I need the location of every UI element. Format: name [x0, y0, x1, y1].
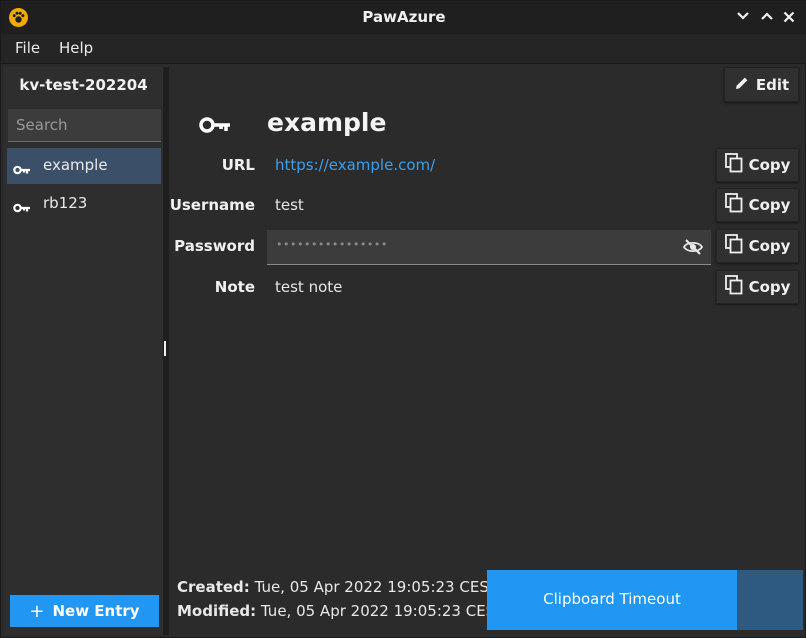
- close-icon[interactable]: [783, 7, 801, 27]
- clipboard-timeout-remaining: [737, 570, 803, 630]
- password-field[interactable]: ••••••••••••••••: [267, 230, 711, 265]
- vault-name: kv-test-202204: [19, 76, 148, 94]
- menu-bar: File Help: [1, 34, 806, 64]
- password-label: Password: [174, 237, 255, 255]
- entry-label: rb123: [43, 194, 88, 212]
- clipboard-timeout-label: Clipboard Timeout: [543, 590, 681, 608]
- key-icon: [13, 199, 31, 217]
- entry-label: example: [43, 156, 108, 174]
- note-label: Note: [214, 278, 255, 296]
- entry-title: example: [267, 108, 387, 137]
- copy-password-button[interactable]: Copy: [716, 229, 799, 263]
- created-line: Created: Tue, 05 Apr 2022 19:05:23 CEST: [177, 578, 498, 596]
- entry-list-item-rb123[interactable]: rb123: [7, 186, 161, 222]
- username-label: Username: [169, 196, 255, 214]
- clipboard-timeout-bar: Clipboard Timeout: [487, 570, 803, 630]
- chevron-up-icon[interactable]: [760, 7, 778, 27]
- created-label: Created:: [177, 578, 250, 596]
- entry-detail-panel: Edit example URL https://example.com/ Co…: [169, 67, 805, 635]
- modified-line: Modified: Tue, 05 Apr 2022 19:05:23 CEST: [177, 602, 504, 620]
- pencil-icon: [734, 75, 750, 95]
- new-entry-button[interactable]: + New Entry: [10, 595, 159, 627]
- window-title: PawAzure: [362, 8, 446, 26]
- copy-label: Copy: [748, 278, 791, 296]
- edit-label: Edit: [755, 75, 790, 94]
- copy-note-button[interactable]: Copy: [716, 270, 799, 304]
- key-icon: [13, 161, 31, 179]
- modified-value: Tue, 05 Apr 2022 19:05:23 CEST: [260, 602, 505, 620]
- copy-icon: [724, 153, 743, 177]
- new-entry-label: New Entry: [52, 602, 140, 620]
- copy-url-button[interactable]: Copy: [716, 148, 799, 182]
- username-value: test: [275, 196, 304, 214]
- edit-button[interactable]: Edit: [724, 67, 799, 102]
- copy-icon: [724, 275, 743, 299]
- search-input[interactable]: [8, 109, 161, 142]
- menu-file[interactable]: File: [15, 39, 40, 57]
- copy-label: Copy: [748, 196, 791, 214]
- sidebar: kv-test-202204 example rb123 + New Entry: [4, 67, 163, 635]
- modified-label: Modified:: [177, 602, 257, 620]
- app-window: PawAzure File Help kv-test-202204 exampl…: [0, 0, 806, 638]
- plus-icon: +: [29, 600, 45, 622]
- copy-icon: [724, 234, 743, 258]
- entry-list-item-example[interactable]: example: [7, 148, 161, 184]
- eye-off-icon[interactable]: [682, 238, 704, 260]
- note-value: test note: [275, 278, 343, 296]
- copy-label: Copy: [748, 237, 791, 255]
- copy-username-button[interactable]: Copy: [716, 188, 799, 222]
- copy-icon: [724, 193, 743, 217]
- created-value: Tue, 05 Apr 2022 19:05:23 CEST: [254, 578, 499, 596]
- menu-help[interactable]: Help: [59, 39, 93, 57]
- key-icon: [199, 116, 231, 138]
- splitter-handle[interactable]: [164, 341, 166, 356]
- url-value[interactable]: https://example.com/: [275, 156, 435, 174]
- copy-label: Copy: [748, 156, 791, 174]
- title-bar: PawAzure: [1, 1, 806, 34]
- url-label: URL: [221, 156, 255, 174]
- password-masked-value: ••••••••••••••••: [276, 238, 388, 251]
- chevron-down-icon[interactable]: [736, 7, 754, 27]
